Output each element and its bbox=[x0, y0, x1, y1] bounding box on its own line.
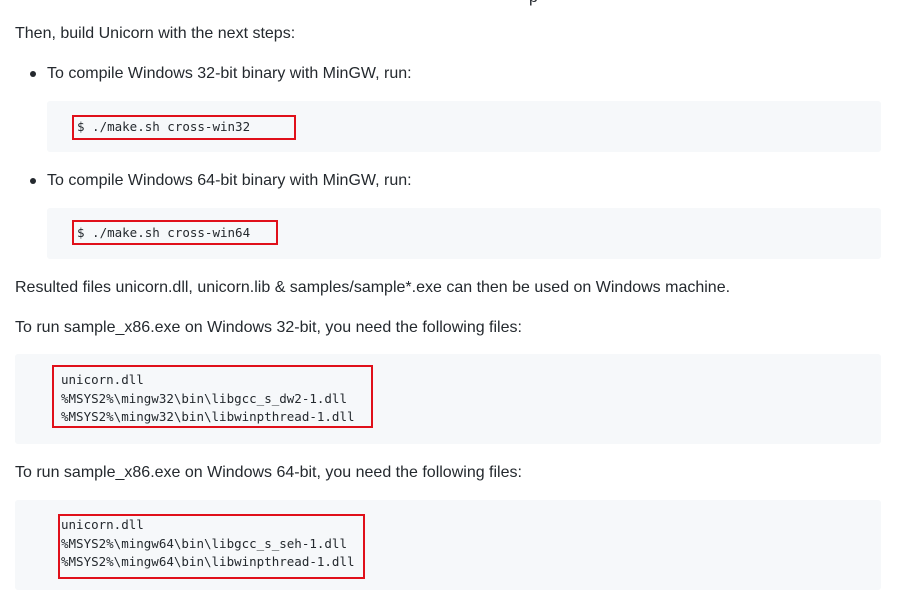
partial-top-text: p bbox=[529, 0, 538, 7]
step-2-code-block: $ ./make.sh cross-win64 bbox=[47, 208, 881, 259]
step-1-highlight-box bbox=[72, 115, 296, 140]
step-2-text: To compile Windows 64-bit binary with Mi… bbox=[47, 172, 412, 189]
bullet-icon bbox=[30, 71, 36, 77]
bullet-icon bbox=[30, 178, 36, 184]
files-32bit-highlight-box bbox=[52, 365, 373, 428]
resulted-files-paragraph: Resulted files unicorn.dll, unicorn.lib … bbox=[15, 279, 731, 296]
readme-content: p Then, build Unicorn with the next step… bbox=[0, 0, 904, 602]
run-32bit-paragraph: To run sample_x86.exe on Windows 32-bit,… bbox=[15, 319, 522, 336]
run-64bit-paragraph: To run sample_x86.exe on Windows 64-bit,… bbox=[15, 464, 522, 481]
files-32bit-code-block: unicorn.dll %MSYS2%\mingw32\bin\libgcc_s… bbox=[15, 354, 881, 444]
step-2-highlight-box bbox=[72, 220, 278, 245]
files-64bit-highlight-box bbox=[58, 514, 365, 579]
step-1-code-block: $ ./make.sh cross-win32 bbox=[47, 101, 881, 152]
step-1-text: To compile Windows 32-bit binary with Mi… bbox=[47, 65, 412, 82]
intro-paragraph: Then, build Unicorn with the next steps: bbox=[15, 25, 296, 42]
files-64bit-code-block: unicorn.dll %MSYS2%\mingw64\bin\libgcc_s… bbox=[15, 500, 881, 590]
